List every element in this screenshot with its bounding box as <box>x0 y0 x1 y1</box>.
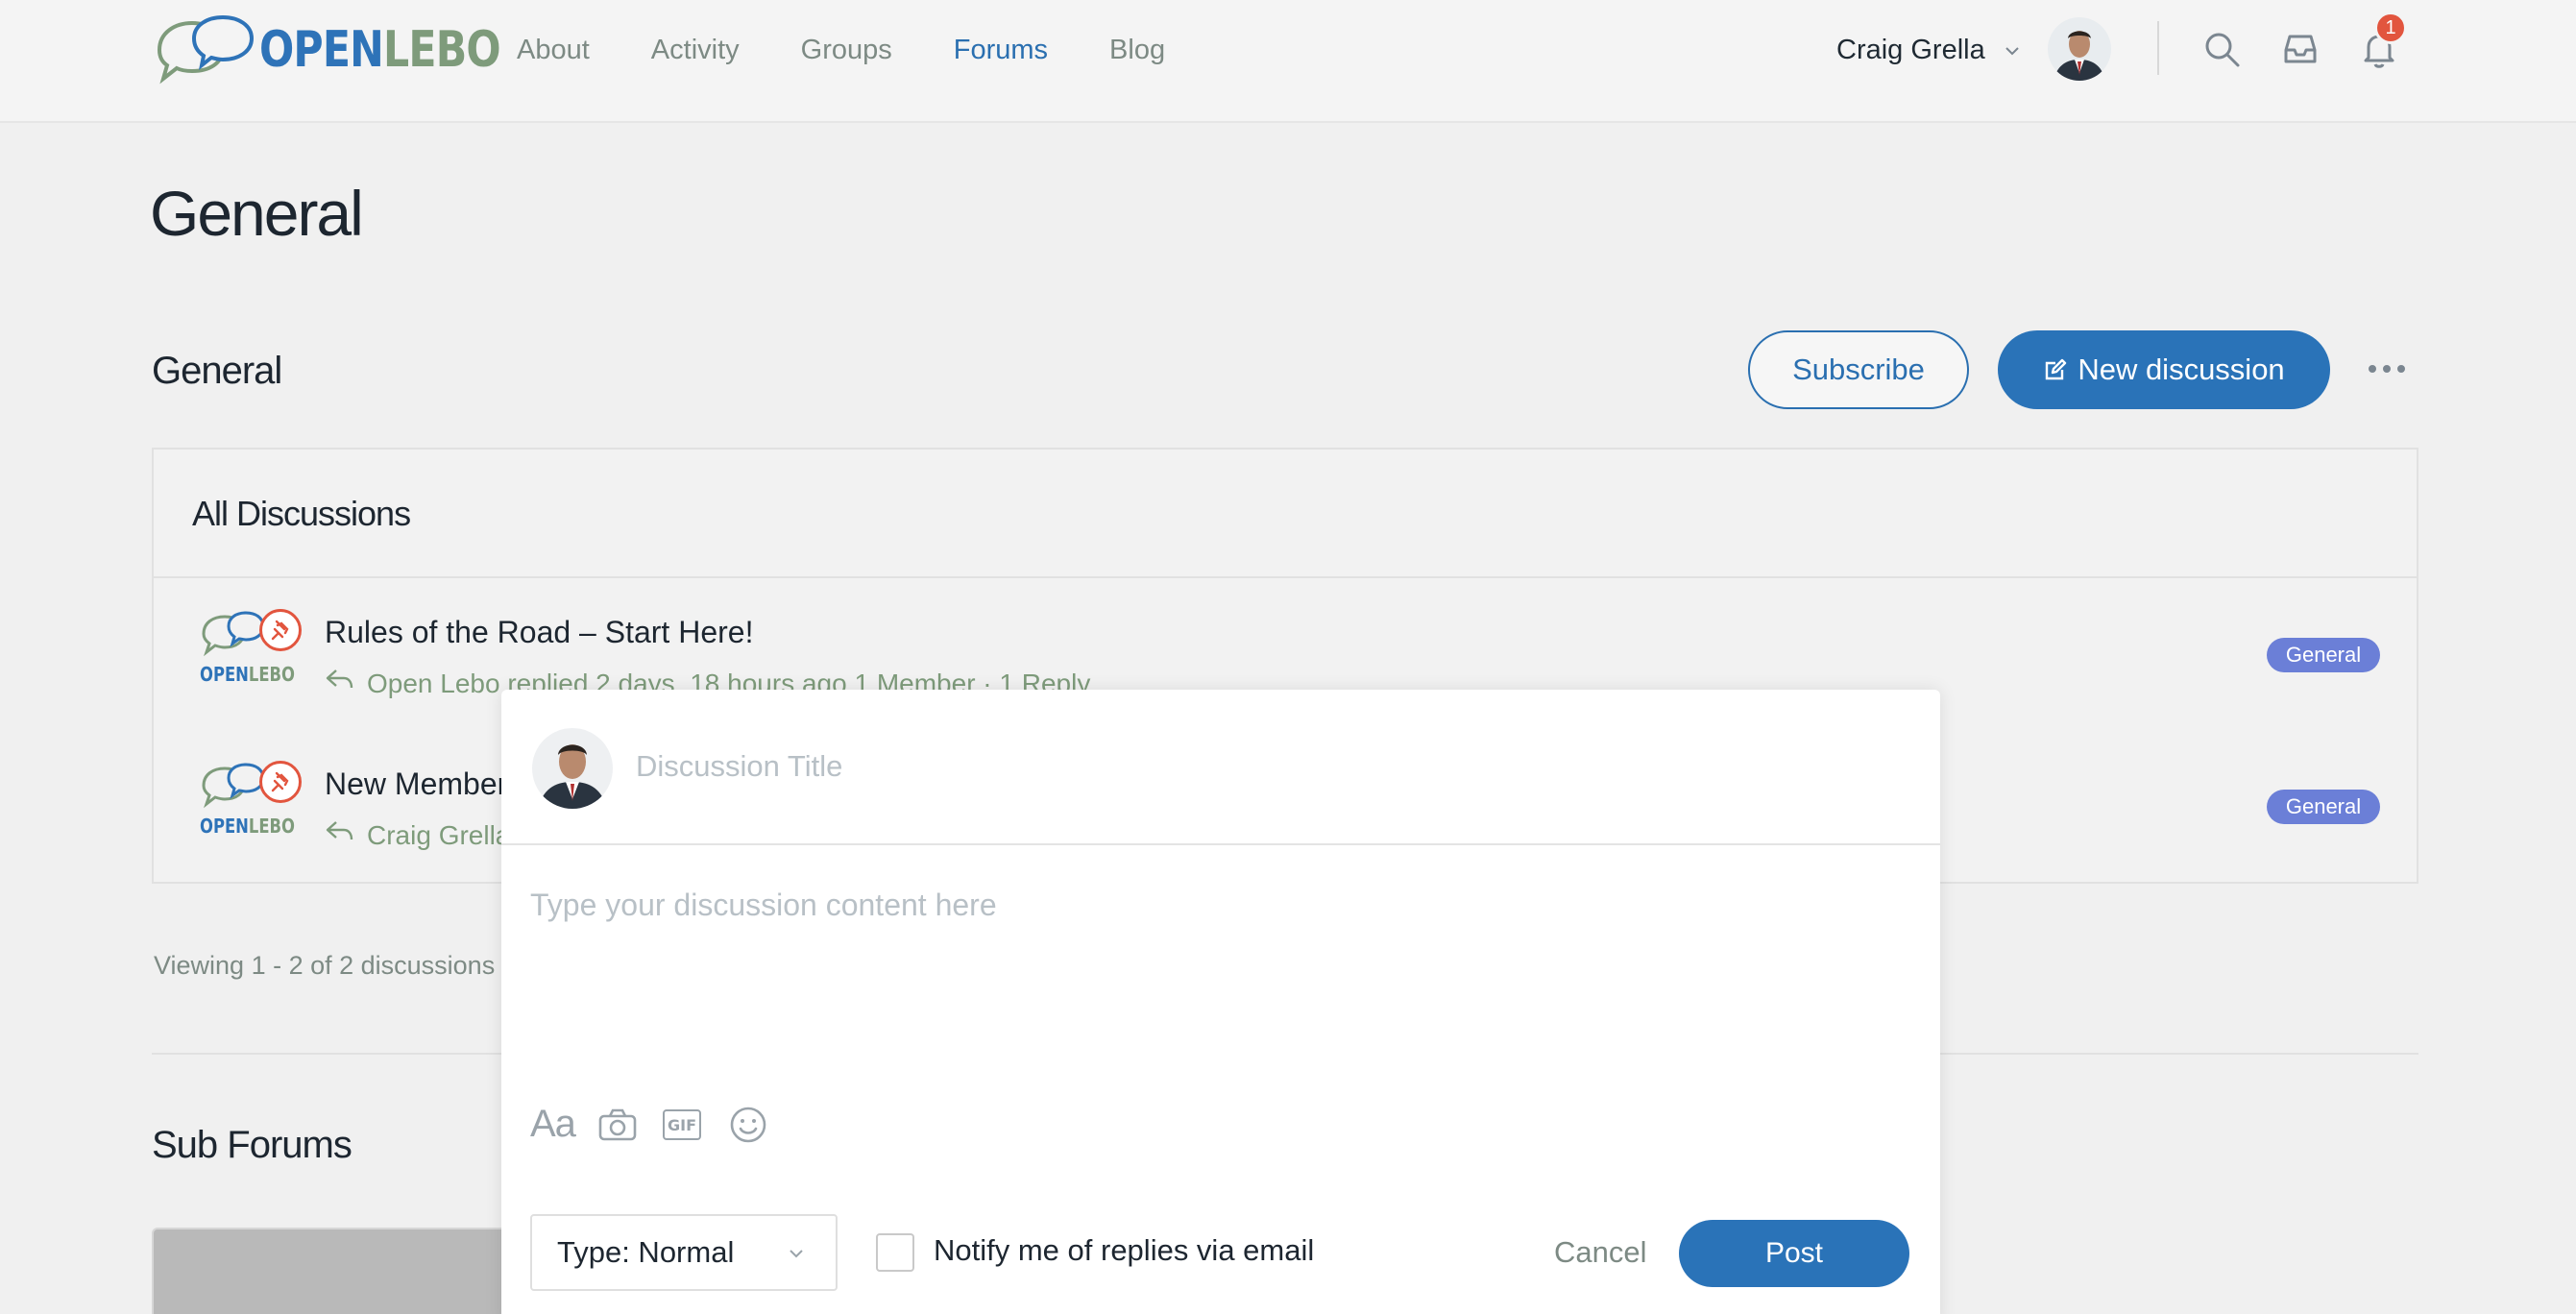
forum-section-title: General <box>152 350 282 392</box>
notify-checkbox[interactable] <box>876 1233 914 1272</box>
edit-icon <box>2046 358 2067 380</box>
user-avatar-image <box>2048 17 2111 81</box>
emoji-icon[interactable] <box>728 1103 768 1147</box>
nav-forums[interactable]: Forums <box>954 33 1048 67</box>
discussion-title[interactable]: Rules of the Road – Start Here! <box>325 615 753 650</box>
discussion-content-textarea[interactable] <box>530 888 1904 1080</box>
notification-badge: 1 <box>2374 12 2407 44</box>
nav-blog[interactable]: Blog <box>1109 33 1165 67</box>
nav-groups[interactable]: Groups <box>801 33 892 67</box>
inbox-icon[interactable] <box>2280 29 2321 69</box>
new-discussion-button[interactable]: New discussion <box>1998 330 2330 409</box>
site-header: OPENLEBO About Activity Groups Forums Bl… <box>0 0 2576 123</box>
site-logo[interactable]: OPENLEBO <box>152 12 553 88</box>
forum-logo-wordmark: OPENLEBO <box>200 663 295 686</box>
header-divider <box>2157 21 2159 75</box>
avatar <box>532 728 613 809</box>
gif-icon[interactable]: GIF <box>663 1103 705 1147</box>
user-avatar-image <box>532 728 613 809</box>
notify-label: Notify me of replies via email <box>934 1233 1315 1267</box>
forum-tag[interactable]: General <box>2267 790 2380 824</box>
chevron-down-icon[interactable] <box>2002 40 2023 61</box>
subscribe-button[interactable]: Subscribe <box>1748 330 1969 409</box>
user-menu-name[interactable]: Craig Grella <box>1836 33 1985 67</box>
format-text-button[interactable]: Aa <box>530 1103 576 1146</box>
sub-forum-card[interactable] <box>152 1228 536 1314</box>
forum-tag[interactable]: General <box>2267 638 2380 672</box>
gif-label: GIF <box>663 1109 701 1140</box>
pagination-summary: Viewing 1 - 2 of 2 discussions <box>154 951 496 980</box>
discussions-list-header: All Discussions <box>154 450 2417 578</box>
sub-forums-title: Sub Forums <box>152 1124 352 1166</box>
nav-about[interactable]: About <box>517 33 590 67</box>
chevron-down-icon <box>790 1250 803 1258</box>
camera-icon[interactable] <box>597 1103 638 1147</box>
main-nav: About Activity Groups Forums Blog <box>517 33 1227 67</box>
reply-icon <box>326 669 353 689</box>
new-discussion-label: New discussion <box>2078 353 2285 386</box>
cancel-button[interactable]: Cancel <box>1554 1235 1647 1270</box>
pin-icon <box>259 609 302 651</box>
nav-activity[interactable]: Activity <box>651 33 740 67</box>
search-icon[interactable] <box>2201 29 2242 69</box>
avatar[interactable] <box>2048 17 2111 81</box>
reply-icon <box>326 821 353 840</box>
modal-divider <box>501 843 1940 845</box>
pin-icon <box>259 761 302 803</box>
speech-bubbles-icon <box>157 14 255 85</box>
more-options-icon[interactable] <box>2369 357 2411 380</box>
all-discussions-heading: All Discussions <box>192 494 411 533</box>
page-title: General <box>150 178 364 249</box>
post-button[interactable]: Post <box>1679 1220 1909 1287</box>
logo-wordmark: OPENLEBO <box>259 21 501 79</box>
discussion-meta: Craig Grella <box>367 820 511 850</box>
discussion-title-input[interactable] <box>636 738 1884 795</box>
forum-logo-wordmark: OPENLEBO <box>200 815 295 838</box>
